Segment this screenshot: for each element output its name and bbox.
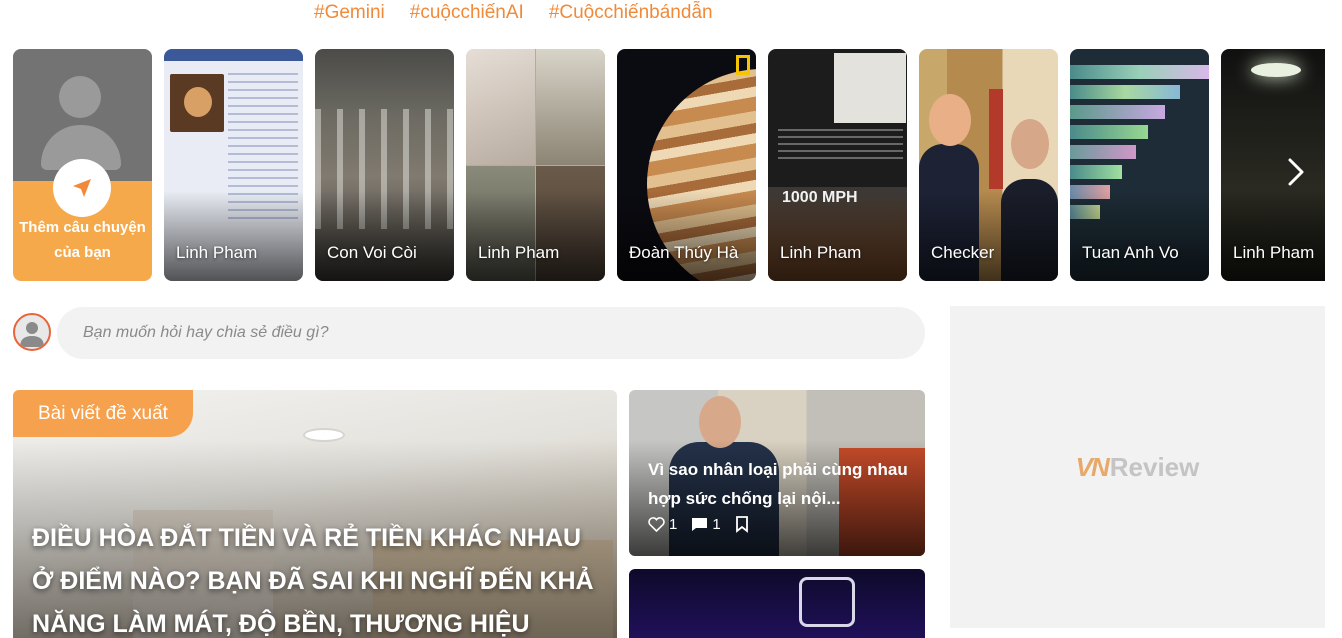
add-story-card[interactable]: Thêm câu chuyện của bạn bbox=[13, 49, 152, 281]
story-card[interactable]: Linh Pham bbox=[164, 49, 303, 281]
story-thumbnail-face bbox=[184, 87, 212, 117]
story-thumbnail-text bbox=[778, 129, 903, 159]
story-thumbnail-bar bbox=[1070, 145, 1136, 159]
story-card[interactable]: Đoàn Thúy Hà bbox=[617, 49, 756, 281]
vnreview-logo: VN Review bbox=[1076, 452, 1200, 483]
heart-icon bbox=[648, 517, 665, 532]
like-button[interactable]: 1 bbox=[648, 516, 677, 533]
story-author-name: Linh Pham bbox=[780, 243, 862, 262]
post-composer-input[interactable] bbox=[57, 307, 925, 359]
page: #Gemini #cuộcchiếnAI #Cuộcchiếnbándẫn Th… bbox=[0, 0, 1342, 638]
story-author-name: Linh Pham bbox=[176, 243, 258, 262]
story-shade bbox=[164, 191, 303, 281]
user-avatar[interactable] bbox=[13, 313, 51, 351]
hashtag-cuoc-chien-ban-dan[interactable]: #Cuộcchiếnbándẫn bbox=[549, 2, 713, 24]
robot-icon bbox=[799, 577, 855, 627]
recommended-badge: Bài viết đề xuất bbox=[13, 390, 193, 437]
hashtag-bar: #Gemini #cuộcchiếnAI #Cuộcchiếnbándẫn bbox=[314, 2, 713, 24]
story-shade bbox=[919, 191, 1058, 281]
story-thumbnail-bar bbox=[1070, 65, 1209, 79]
natgeo-logo-icon bbox=[736, 55, 750, 75]
default-avatar-head bbox=[59, 76, 101, 118]
logo-vn-text: VN bbox=[1075, 451, 1110, 482]
story-card[interactable]: Linh Pham bbox=[466, 49, 605, 281]
story-card[interactable]: Checker bbox=[919, 49, 1058, 281]
story-card[interactable]: Con Voi Còi bbox=[315, 49, 454, 281]
story-thumbnail-bar bbox=[1070, 125, 1148, 139]
story-thumbnail-flag bbox=[989, 89, 1003, 189]
story-overlay-text: 1000 MPH bbox=[782, 189, 858, 206]
add-story-label: Thêm câu chuyện của bạn bbox=[19, 219, 146, 261]
story-thumbnail-face bbox=[1011, 119, 1049, 169]
comment-count: 1 bbox=[712, 516, 721, 533]
story-shade bbox=[1221, 191, 1325, 281]
story-thumbnail bbox=[536, 49, 605, 165]
hashtag-gemini[interactable]: #Gemini bbox=[314, 2, 385, 24]
story-shade bbox=[617, 191, 756, 281]
chevron-right-icon[interactable] bbox=[1282, 152, 1310, 192]
story-shade bbox=[1070, 191, 1209, 281]
story-thumbnail-bar bbox=[1070, 85, 1180, 99]
story-author-name: Checker bbox=[931, 243, 995, 262]
send-arrow-icon[interactable] bbox=[53, 159, 111, 217]
story-author-name: Linh Pham bbox=[1233, 243, 1315, 262]
story-author-name: Con Voi Còi bbox=[327, 243, 417, 262]
story-author-name: Đoàn Thúy Hà bbox=[629, 243, 739, 262]
story-card[interactable]: Tuan Anh Vo bbox=[1070, 49, 1209, 281]
side-article-card[interactable] bbox=[629, 569, 925, 638]
story-author-name: Linh Pham bbox=[478, 243, 560, 262]
story-author-name: Tuan Anh Vo bbox=[1082, 243, 1179, 262]
story-thumbnail-bar bbox=[1070, 165, 1122, 179]
comment-icon bbox=[692, 518, 708, 531]
featured-article-title[interactable]: ĐIỀU HÒA ĐẮT TIỀN VÀ RẺ TIỀN KHÁC NHAU Ở… bbox=[32, 517, 602, 638]
bookmark-icon bbox=[735, 516, 748, 533]
like-count: 1 bbox=[669, 516, 678, 533]
side-article-title[interactable]: Vì sao nhân loại phải cùng nhau hợp sức … bbox=[648, 455, 910, 513]
stories-carousel: Thêm câu chuyện của bạn Linh Pham Con Vo… bbox=[13, 49, 1325, 281]
story-card[interactable]: 1000 MPH Linh Pham bbox=[768, 49, 907, 281]
story-thumbnail bbox=[466, 49, 535, 165]
logo-review-text: Review bbox=[1109, 451, 1200, 482]
story-thumbnail-bar bbox=[1070, 105, 1165, 119]
story-thumbnail-face bbox=[929, 94, 971, 146]
story-shade bbox=[466, 191, 605, 281]
hashtag-cuoc-chien-ai[interactable]: #cuộcchiếnAI bbox=[410, 2, 524, 24]
story-thumbnail bbox=[834, 53, 906, 123]
story-shade bbox=[315, 191, 454, 281]
story-thumbnail bbox=[1251, 63, 1301, 77]
advertisement-slot[interactable]: VN Review bbox=[950, 306, 1325, 628]
article-meta: 1 1 bbox=[648, 516, 749, 533]
bookmark-button[interactable] bbox=[735, 516, 749, 533]
comment-button[interactable]: 1 bbox=[691, 516, 721, 533]
